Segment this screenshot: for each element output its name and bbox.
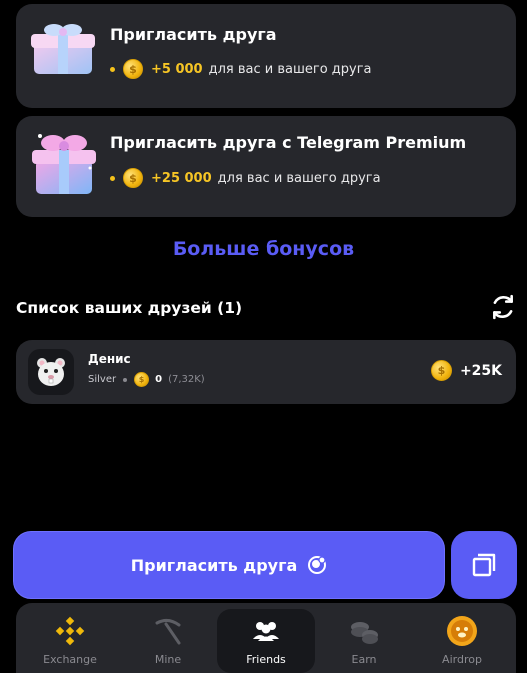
friend-reward-amount: +25K — [459, 362, 502, 379]
friends-icon — [253, 622, 279, 641]
nav-label: Exchange — [43, 653, 97, 666]
nav-label: Earn — [351, 653, 377, 666]
reward-amount: +5 000 — [151, 61, 203, 77]
bullet-dot — [110, 175, 115, 181]
separator-dot — [123, 377, 128, 382]
hamster-icon — [37, 358, 65, 386]
nav-item-friends[interactable]: Friends — [217, 609, 315, 673]
nav-item-mine[interactable]: Mine — [119, 609, 217, 673]
coin-icon: $ — [134, 372, 150, 387]
friend-profit: (7,32K) — [168, 374, 205, 385]
coins-stack-icon — [351, 622, 378, 644]
nav-label: Airdrop — [442, 653, 482, 666]
avatar — [28, 349, 74, 395]
pickaxe-icon — [155, 618, 181, 645]
invite-card-title: Пригласить друга — [110, 25, 277, 44]
nav-item-earn[interactable]: Earn — [315, 609, 413, 673]
reward-amount: +25 000 — [151, 170, 212, 186]
invite-premium-friend-card[interactable]: Пригласить друга с Telegram Premium $ +2… — [16, 116, 516, 217]
nav-item-exchange[interactable]: Exchange — [21, 609, 119, 673]
copy-link-button[interactable] — [451, 531, 517, 599]
invite-friend-button[interactable]: Пригласить друга — [13, 531, 445, 599]
friend-list-item[interactable]: Денис Silver $ 0 (7,32K) $ +25K — [16, 340, 516, 404]
refresh-icon[interactable] — [490, 294, 516, 320]
nav-label: Mine — [154, 653, 182, 666]
friends-list-title: Список ваших друзей (1) — [16, 299, 243, 317]
friend-meta: Silver $ 0 (7,32K) — [88, 372, 205, 387]
friend-name: Денис — [88, 352, 131, 366]
binance-icon — [55, 616, 85, 646]
reward-suffix: для вас и вашего друга — [208, 61, 372, 77]
friend-coins: 0 — [155, 374, 163, 385]
premium-card-title: Пригласить друга с Telegram Premium — [110, 133, 467, 152]
coin-icon: $ — [430, 360, 452, 381]
bullet-dot — [110, 66, 115, 72]
invite-friend-card[interactable]: Пригласить друга $ +5 000 для вас и ваше… — [16, 4, 516, 108]
gift-icon — [31, 24, 95, 74]
coin-icon: $ — [123, 168, 143, 188]
invite-card-reward-line: $ +5 000 для вас и вашего друга — [110, 59, 372, 79]
friend-reward: $ +25K — [430, 360, 502, 381]
more-bonuses-link[interactable]: Больше бонусов — [0, 238, 527, 260]
copy-icon — [472, 553, 496, 577]
reward-suffix: для вас и вашего друга — [217, 170, 381, 186]
premium-card-reward-line: $ +25 000 для вас и вашего друга — [110, 168, 381, 188]
nav-item-airdrop[interactable]: Airdrop — [413, 609, 511, 673]
airdrop-coin-icon — [447, 616, 477, 646]
invite-button-label: Пригласить друга — [130, 555, 298, 575]
user-plus-icon — [308, 556, 327, 574]
coin-icon: $ — [123, 59, 143, 79]
premium-gift-icon — [32, 134, 96, 194]
nav-label: Friends — [246, 653, 286, 666]
friend-level: Silver — [88, 374, 117, 385]
bottom-nav: Exchange Mine Friends Earn Airdrop — [16, 603, 516, 673]
